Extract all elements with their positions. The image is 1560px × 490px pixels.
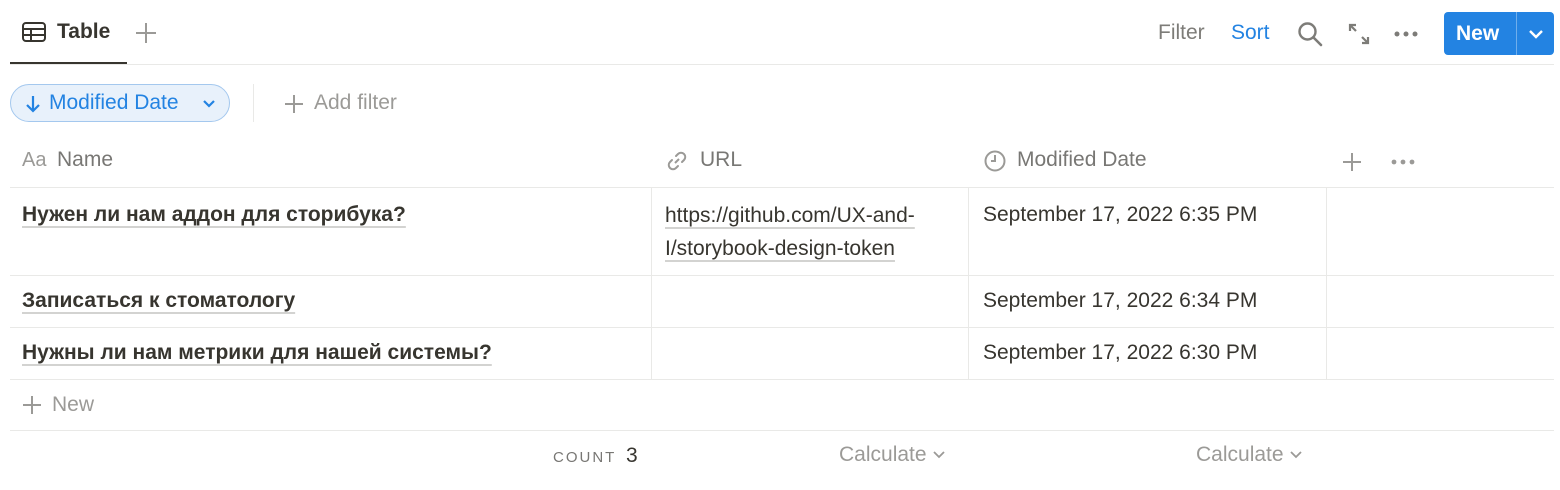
add-property-icon[interactable] [1340,150,1364,174]
chevron-down-icon[interactable] [1524,25,1548,43]
column-header-label: Name [57,148,114,171]
table-bottom-border [10,430,1554,431]
url-cell[interactable]: https://github.com/UX-and- I/storybook-d… [665,199,915,265]
chevron-down-icon [201,98,217,110]
expand-icon[interactable] [1346,21,1372,47]
link-icon [665,149,689,173]
search-icon[interactable] [1297,21,1323,47]
column-divider [651,188,652,379]
add-filter-label: Add filter [314,91,397,114]
table-icon [22,22,46,42]
table-header-border [10,187,1554,188]
new-button-divider [1516,12,1517,55]
chevron-down-icon [1289,450,1303,460]
row-divider [10,275,1554,276]
calculate-label: Calculate [839,443,927,466]
clock-icon [983,149,1007,173]
add-row-label: New [52,393,95,416]
calculate-date-button[interactable]: Calculate [1196,443,1303,467]
arrow-down-icon [24,94,42,114]
sort-chip-label: Modified Date [49,91,179,114]
calculate-label: Calculate [1196,443,1284,466]
add-view-button[interactable] [134,20,158,46]
calculate-url-button[interactable]: Calculate [839,443,946,467]
view-tab-table[interactable]: Table [10,0,127,65]
chevron-down-icon [932,450,946,460]
toolbar-divider [10,64,1554,65]
filter-divider [253,84,254,122]
url-text-line: I/storybook-design-token [665,237,895,260]
plus-icon [22,395,42,415]
modified-date-cell[interactable]: September 17, 2022 6:30 PM [983,341,1257,365]
sort-chip-modified-date[interactable]: Modified Date [10,84,230,122]
row-title[interactable]: Нужны ли нам метрики для нашей системы? [22,341,492,365]
filter-button[interactable]: Filter [1158,21,1205,45]
sort-button[interactable]: Sort [1231,21,1270,45]
row-title[interactable]: Нужен ли нам аддон для сторибука? [22,203,406,227]
modified-date-cell[interactable]: September 17, 2022 6:35 PM [983,203,1257,227]
more-options-icon[interactable] [1392,21,1420,47]
column-header-label: Modified Date [1017,148,1147,171]
column-divider [1326,188,1327,379]
new-button-group: New [1444,12,1554,55]
row-title[interactable]: Записаться к стоматологу [22,289,295,313]
modified-date-cell[interactable]: September 17, 2022 6:34 PM [983,289,1257,313]
more-options-icon[interactable] [1390,150,1416,174]
view-tab-label: Table [57,20,111,43]
new-button[interactable]: New [1456,22,1499,46]
plus-icon [283,93,305,115]
url-text-line: https://github.com/UX-and- [665,204,915,227]
count-value: 3 [626,444,638,467]
row-divider [10,327,1554,328]
count-label: COUNT [553,449,617,466]
column-divider [968,188,969,379]
row-divider [10,379,1554,380]
text-property-icon: Aa [22,149,47,171]
column-header-label: URL [700,148,743,171]
